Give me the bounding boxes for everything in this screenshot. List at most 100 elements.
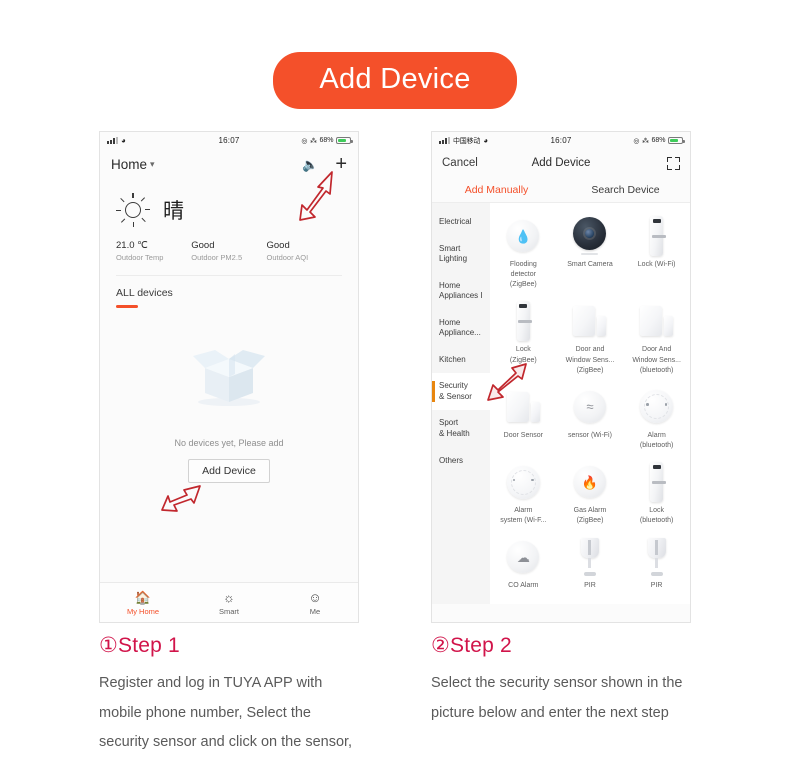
sidebar-item-home-appliances-1[interactable]: Home Appliances I bbox=[432, 273, 490, 310]
device-grid-row: Lock (ZigBee) Door and Window Sens... (ZigB… bbox=[490, 294, 690, 379]
home-name-label[interactable]: Home bbox=[111, 157, 147, 172]
device-tile-co-alarm[interactable]: ☁ CO Alarm bbox=[490, 530, 557, 595]
co-alarm-icon: ☁ bbox=[492, 536, 555, 578]
device-tile-sensor-wifi[interactable]: ≈ sensor (Wi-Fi) bbox=[557, 380, 624, 455]
device-tile-door-sensor[interactable]: Door Sensor bbox=[490, 380, 557, 455]
status-bar-clock: 16:07 bbox=[218, 136, 240, 145]
weather-stat-value: Good bbox=[191, 240, 215, 251]
sidebar-item-smart-lighting[interactable]: Smart Lighting bbox=[432, 236, 490, 273]
device-tile-smart-camera[interactable]: Smart Camera bbox=[557, 209, 624, 294]
flame-sensor-icon: 🔥 bbox=[559, 461, 622, 503]
sidebar-item-home-appliances-2[interactable]: Home Appliance... bbox=[432, 310, 490, 347]
bottom-tab-bar: 🏠 My Home ☼ Smart ☺ Me bbox=[100, 582, 358, 622]
device-tile-door-window-sensor-zigbee[interactable]: Door and Window Sens... (ZigBee) bbox=[557, 294, 624, 379]
battery-icon bbox=[336, 136, 353, 145]
motion-waves-sensor-icon: ≈ bbox=[559, 386, 622, 428]
device-tile-label: Gas Alarm (ZigBee) bbox=[573, 507, 607, 525]
microphone-icon[interactable]: 🔈 bbox=[302, 158, 318, 171]
device-tile-lock-wifi[interactable]: Lock (Wi-Fi) bbox=[623, 209, 690, 294]
phone-screenshots-row: ◕ 16:07 ◎ ⁂ 68% Home ▾ 🔈 + 晴 21.0 ℃ Outd… bbox=[0, 131, 790, 623]
tab-me[interactable]: ☺ Me bbox=[272, 590, 358, 616]
device-tile-pir-2[interactable]: PIR bbox=[623, 530, 690, 595]
door-lock-icon bbox=[625, 215, 688, 257]
tab-label: My Home bbox=[126, 606, 160, 616]
door-lock-icon bbox=[625, 461, 688, 503]
device-tile-label: Flooding detector (ZigBee) bbox=[509, 261, 537, 289]
add-device-body: Electrical Smart Lighting Home Appliances … bbox=[432, 203, 690, 604]
banner-row: Add Device bbox=[0, 0, 790, 109]
tab-my-home[interactable]: 🏠 My Home bbox=[100, 590, 186, 616]
phone-home-screen: ◕ 16:07 ◎ ⁂ 68% Home ▾ 🔈 + 晴 21.0 ℃ Outd… bbox=[99, 131, 359, 623]
plus-icon[interactable]: + bbox=[335, 154, 347, 174]
devices-tab-row: ALL devices bbox=[100, 276, 358, 308]
category-sidebar: Electrical Smart Lighting Home Appliances … bbox=[432, 203, 490, 604]
add-device-nav-bar: Cancel Add Device bbox=[432, 149, 690, 177]
status-bar-right: 中国移动 ◕ 16:07 ◎ ⁂ 68% bbox=[432, 132, 690, 149]
device-tile-label: PIR bbox=[650, 582, 663, 590]
empty-state: No devices yet, Please add Add Device bbox=[100, 344, 358, 483]
sun-automation-icon: ☼ bbox=[223, 589, 235, 605]
home-icon: 🏠 bbox=[134, 589, 152, 605]
device-grid: 💧 Flooding detector (ZigBee) Smart Camera bbox=[490, 203, 690, 604]
tab-all-devices[interactable]: ALL devices bbox=[116, 287, 342, 299]
status-bar-clock: 16:07 bbox=[550, 136, 572, 145]
device-tile-label: Lock (ZigBee) bbox=[509, 346, 537, 364]
scan-qr-icon[interactable] bbox=[667, 156, 680, 170]
device-grid-row: 💧 Flooding detector (ZigBee) Smart Camera bbox=[490, 209, 690, 294]
page-title: Add Device bbox=[273, 52, 517, 109]
device-tile-lock-bluetooth[interactable]: Lock (bluetooth) bbox=[623, 455, 690, 530]
weather-widget[interactable]: 晴 21.0 ℃ Outdoor Temp Good Outdoor PM2.5… bbox=[100, 179, 358, 276]
step-1-heading: ①Step 1 bbox=[99, 634, 180, 657]
home-nav-actions: 🔈 + bbox=[302, 154, 347, 174]
sidebar-item-kitchen[interactable]: Kitchen bbox=[432, 347, 490, 374]
chevron-down-icon[interactable]: ▾ bbox=[150, 159, 155, 170]
add-device-button[interactable]: Add Device bbox=[188, 458, 270, 483]
tab-label: Me bbox=[309, 606, 321, 616]
device-tile-pir-1[interactable]: PIR bbox=[557, 530, 624, 595]
device-tile-label: Alarm system (Wi-F... bbox=[500, 507, 547, 525]
sidebar-item-sport-and-health[interactable]: Sport & Health bbox=[432, 410, 490, 447]
tab-label: Smart bbox=[218, 606, 239, 616]
device-tile-label: Door and Window Sens... (ZigBee) bbox=[565, 346, 615, 374]
status-bar-left: ◕ 16:07 ◎ ⁂ 68% bbox=[100, 132, 358, 149]
door-window-sensor-icon bbox=[625, 300, 688, 342]
step-1-block: ①Step 1 Register and log in TUYA APP wit… bbox=[99, 635, 359, 758]
weather-stat: Good Outdoor AQI bbox=[267, 240, 342, 262]
sidebar-item-electrical[interactable]: Electrical bbox=[432, 209, 490, 236]
weather-stat-label: Outdoor Temp bbox=[116, 253, 164, 262]
tab-smart[interactable]: ☼ Smart bbox=[186, 590, 272, 616]
device-tile-label: CO Alarm bbox=[508, 582, 539, 590]
pir-motion-sensor-icon bbox=[625, 536, 688, 578]
device-tile-label: Door Sensor bbox=[503, 431, 543, 439]
step-captions-row: ①Step 1 Register and log in TUYA APP wit… bbox=[0, 635, 790, 758]
device-grid-row: Alarm system (Wi-F... 🔥 Gas Alarm (ZigBee)… bbox=[490, 455, 690, 530]
weather-stat-value: 21.0 ℃ bbox=[116, 240, 148, 251]
device-grid-row: ☁ CO Alarm PIR PIR bbox=[490, 530, 690, 595]
device-tile-gas-alarm-zigbee[interactable]: 🔥 Gas Alarm (ZigBee) bbox=[557, 455, 624, 530]
step-2-block: ②Step 2 Select the security sensor shown… bbox=[431, 635, 691, 758]
step-2-heading: ②Step 2 bbox=[431, 634, 512, 657]
weather-stats: 21.0 ℃ Outdoor Temp Good Outdoor PM2.5 G… bbox=[116, 240, 342, 262]
weather-condition: 晴 bbox=[163, 200, 184, 223]
device-tile-flooding-detector[interactable]: 💧 Flooding detector (ZigBee) bbox=[490, 209, 557, 294]
step-1-body: Register and log in TUYA APP with mobile… bbox=[99, 675, 353, 751]
device-tile-lock-zigbee[interactable]: Lock (ZigBee) bbox=[490, 294, 557, 379]
device-tile-alarm-system-wifi[interactable]: Alarm system (Wi-F... bbox=[490, 455, 557, 530]
tab-underline bbox=[116, 305, 138, 308]
sidebar-item-security-and-sensor[interactable]: Security & Sensor bbox=[432, 373, 490, 411]
battery-icon bbox=[668, 136, 685, 145]
user-circle-icon: ☺ bbox=[308, 589, 322, 605]
weather-stat-value: Good bbox=[266, 240, 290, 251]
cancel-button[interactable]: Cancel bbox=[442, 157, 478, 169]
weather-stat-label: Outdoor AQI bbox=[266, 253, 309, 262]
sidebar-item-others[interactable]: Others bbox=[432, 448, 490, 475]
device-tile-door-window-sensor-bluetooth[interactable]: Door And Window Sens... (bluetooth) bbox=[623, 294, 690, 379]
weather-stat-label: Outdoor PM2.5 bbox=[191, 253, 243, 262]
pir-motion-sensor-icon bbox=[559, 536, 622, 578]
device-grid-row: Door Sensor ≈ sensor (Wi-Fi) Alarm (bluet… bbox=[490, 380, 690, 455]
device-tile-alarm-bluetooth[interactable]: Alarm (bluetooth) bbox=[623, 380, 690, 455]
sun-icon bbox=[116, 193, 151, 227]
tab-search-device[interactable]: Search Device bbox=[561, 184, 690, 196]
alarm-siren-icon bbox=[625, 386, 688, 428]
tab-add-manually[interactable]: Add Manually bbox=[432, 184, 561, 196]
